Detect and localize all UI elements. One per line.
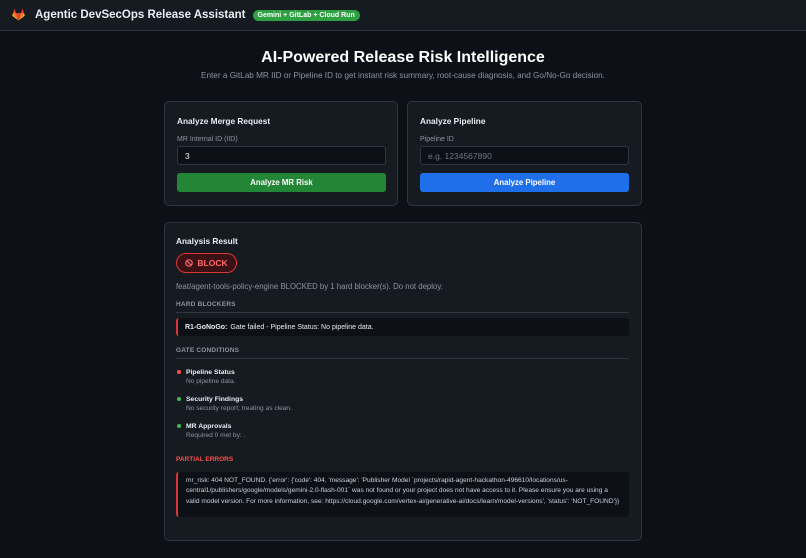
pipeline-id-input[interactable]: [420, 146, 629, 165]
page-subtitle: Enter a GitLab MR IID or Pipeline ID to …: [201, 71, 605, 80]
mr-iid-input[interactable]: [177, 146, 386, 165]
gate-pass-dot: [177, 397, 181, 401]
page-title: AI-Powered Release Risk Intelligence: [261, 49, 545, 66]
gate-detail: Required 0 met by: .: [186, 432, 246, 439]
gitlab-logo-icon: [12, 9, 25, 21]
pipeline-id-label: Pipeline ID: [420, 136, 454, 143]
blocker-id: R1-GoNoGo:: [185, 323, 228, 331]
gate-name: Security Findings: [186, 396, 244, 403]
partial-errors-heading: PARTIAL ERRORS: [176, 456, 234, 463]
analyze-pipeline-button[interactable]: Analyze Pipeline: [420, 173, 629, 192]
gate-fail-dot: [177, 370, 181, 374]
result-summary: feat/agent-tools-policy-engine BLOCKED b…: [176, 282, 443, 291]
hard-blockers-heading: HARD BLOCKERS: [176, 301, 236, 308]
gate-name: Pipeline Status: [186, 369, 235, 376]
app-title: Agentic DevSecOps Release Assistant: [35, 9, 246, 21]
partial-error-message: mr_risk: 404 NOT_FOUND. {'error': {'code…: [176, 472, 629, 517]
analyze-mr-button[interactable]: Analyze MR Risk: [177, 173, 386, 192]
decision-label: BLOCK: [197, 258, 228, 268]
gate-pass-dot: [177, 424, 181, 428]
gate-conditions-heading: GATE CONDITIONS: [176, 347, 240, 354]
mr-card-title: Analyze Merge Request: [177, 116, 271, 126]
pipeline-card-title: Analyze Pipeline: [420, 116, 486, 126]
divider: [176, 312, 629, 313]
top-bar: Agentic DevSecOps Release Assistant Gemi…: [0, 0, 806, 31]
blocker-text: Gate failed - Pipeline Status: No pipeli…: [230, 323, 374, 331]
tech-badge: Gemini + GitLab + Cloud Run: [252, 9, 360, 21]
mr-iid-label: MR Internal ID (IID): [177, 136, 238, 143]
divider: [176, 358, 629, 359]
result-title: Analysis Result: [176, 236, 238, 246]
gate-detail: No security report; treating as clean.: [186, 405, 292, 412]
decision-badge: BLOCK: [176, 253, 237, 273]
block-icon: [185, 254, 194, 272]
gate-detail: No pipeline data.: [186, 378, 236, 385]
hard-blocker-item: R1-GoNoGo: Gate failed - Pipeline Status…: [176, 318, 629, 336]
gate-name: MR Approvals: [186, 423, 232, 430]
